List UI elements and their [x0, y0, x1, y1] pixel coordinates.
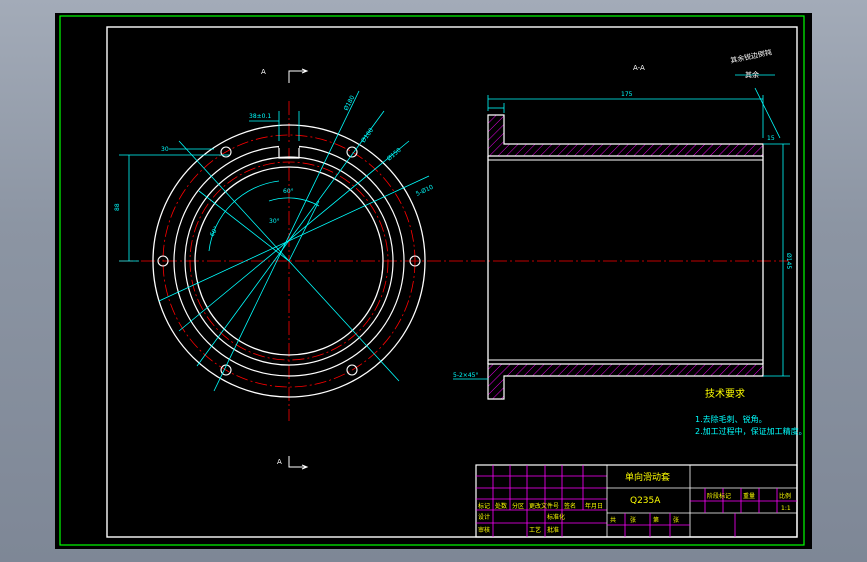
- angle-2: 30°: [269, 218, 280, 225]
- cad-viewport[interactable]: 30 38±0.1 88 Ø180 Ø160 Ø150 5-Ø10 60° 30…: [55, 13, 812, 549]
- angle-1: 60°: [283, 188, 294, 195]
- section-marker-bottom: A: [277, 458, 282, 466]
- tb-header-3: 分区: [512, 502, 524, 510]
- part-name: 单向滑动套: [625, 471, 670, 483]
- side-view-label: A-A: [633, 64, 645, 72]
- bolt-hole: [346, 146, 358, 158]
- tb-review: 审核: [478, 526, 490, 534]
- dim-side-height: 88: [114, 203, 121, 211]
- dim-width-left: 30: [161, 146, 169, 153]
- side-view: 175 15 Ø145 5-2×45° A-A 其余锐边倒钝 其余: [453, 47, 792, 400]
- tb-scale: 1:1: [781, 505, 791, 512]
- dim-top-small: 38±0.1: [249, 113, 271, 120]
- tech-line-1: 1.去除毛刺、锐角。: [695, 414, 767, 424]
- tb-header-2: 处数: [495, 502, 507, 510]
- tb-header-1: 标记: [478, 502, 490, 510]
- dim-chamfer: 5-2×45°: [453, 372, 478, 379]
- tb-process: 工艺: [529, 526, 541, 534]
- front-view: 30 38±0.1 88 Ø180 Ø160 Ø150 5-Ø10 60° 30…: [114, 68, 789, 470]
- dim-diameter-right: Ø145: [785, 253, 792, 269]
- title-block-text: 单向滑动套 Q235A 标记 处数 分区 更改文件号 签名 年月日 设计 标准化…: [478, 471, 791, 534]
- tb-ratio: 比例: [779, 492, 791, 500]
- tb-stage: 阶段标记: [707, 492, 731, 500]
- roughness-note-line2: 其余: [745, 70, 759, 79]
- dim-diameter-1: Ø180: [343, 94, 357, 112]
- tb-header-6: 年月日: [585, 502, 603, 510]
- engineering-drawing: 30 38±0.1 88 Ø180 Ø160 Ø150 5-Ø10 60° 30…: [59, 15, 807, 546]
- dim-flange-thickness: 15: [767, 135, 775, 142]
- tb-sheet-4: 张: [673, 516, 679, 524]
- tb-header-4: 更改文件号: [529, 502, 559, 510]
- roughness-note-line1: 其余锐边倒钝: [730, 47, 773, 65]
- top-wall-section: [487, 114, 764, 157]
- tb-sheet-2: 张: [630, 516, 636, 524]
- tb-design: 设计: [478, 513, 490, 521]
- section-marker-top: A: [261, 68, 266, 76]
- drawing-border: [106, 26, 798, 538]
- dim-diameter-3: Ø150: [386, 147, 403, 163]
- tb-standard: 标准化: [547, 513, 565, 521]
- tb-weight: 重量: [743, 492, 755, 500]
- tb-sheet-3: 第: [653, 516, 659, 524]
- tb-approve: 批准: [547, 526, 559, 534]
- tech-line-2: 2.加工过程中，保证加工精度。: [695, 426, 807, 436]
- dim-diameter-2: Ø160: [360, 127, 375, 144]
- tech-requirements: 技术要求 1.去除毛刺、锐角。 2.加工过程中，保证加工精度。: [695, 387, 807, 436]
- tech-title: 技术要求: [705, 387, 745, 400]
- dim-length: 175: [621, 91, 633, 98]
- tb-sheet-1: 共: [610, 516, 616, 524]
- angle-3: 60°: [209, 225, 220, 238]
- tb-header-5: 签名: [564, 502, 576, 510]
- dimension-leaders: [119, 90, 430, 392]
- outer-frame: [59, 15, 805, 546]
- dim-hole: 5-Ø10: [415, 184, 435, 198]
- material: Q235A: [630, 496, 661, 506]
